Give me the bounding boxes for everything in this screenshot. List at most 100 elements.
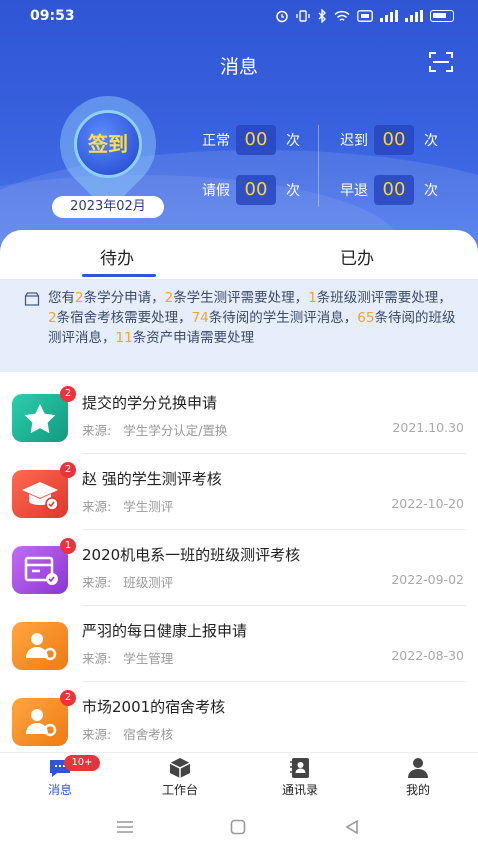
- menu-icon[interactable]: [116, 820, 134, 834]
- item-date: 2022-08-30: [391, 648, 464, 663]
- tabbar-label: 通讯录: [281, 783, 318, 797]
- header-banner: 09:53 消息 签到 2023年02月 正常 00 次 迟到 00 次 请假 …: [0, 0, 478, 260]
- page-title: 消息: [219, 56, 258, 78]
- vibrate-icon: [296, 10, 310, 22]
- stat-leave: 请假 00 次: [192, 175, 300, 205]
- status-icons: [275, 9, 454, 23]
- notice-banner[interactable]: 您有2条学分申请，2条学生测评需要处理，1条班级测评需要处理，2条宿舍考核需要处…: [0, 280, 478, 372]
- stat-value: 00: [236, 125, 276, 155]
- item-title: 赵 强的学生测评考核: [82, 470, 222, 488]
- tab-done[interactable]: 已办: [340, 244, 374, 269]
- item-source: 来源: 学生学分认定/置换: [82, 420, 227, 439]
- notice-count: 1: [308, 290, 317, 306]
- stat-value: 00: [374, 175, 414, 205]
- item-source-value: 学生管理: [123, 651, 174, 666]
- notice-count: 11: [115, 330, 133, 346]
- notice-fragment: 条学分申请，: [83, 290, 165, 306]
- item-icon-box: [12, 546, 68, 594]
- battery-icon: [430, 10, 454, 22]
- tabbar-contacts[interactable]: 通讯录: [265, 757, 335, 798]
- star-icon: [24, 404, 56, 434]
- item-date: 2022-09-02: [391, 572, 464, 587]
- notice-count: 2: [48, 310, 57, 326]
- item-source-value: 学生学分认定/置换: [123, 423, 228, 438]
- item-source: 来源: 宿舍考核: [82, 724, 173, 743]
- stat-early-leave: 早退 00 次: [330, 175, 438, 205]
- home-icon[interactable]: [230, 819, 246, 835]
- person-gear-icon: [26, 709, 57, 737]
- item-title: 提交的学分兑换申请: [82, 394, 218, 412]
- user-icon: [408, 758, 428, 778]
- item-source-label: 来源:: [82, 651, 112, 666]
- stat-unit: 次: [424, 133, 438, 149]
- notice-fragment: 条待阅的学生测评消息，: [208, 310, 358, 326]
- checkin-label: 签到: [88, 132, 128, 156]
- item-source-value: 宿舍考核: [123, 727, 174, 742]
- contacts-book-icon: [290, 758, 309, 778]
- person-gear-icon: [26, 633, 57, 661]
- alarm-icon: [276, 10, 288, 23]
- list-item[interactable]: 2 提交的学分兑换申请 来源: 学生学分认定/置换 2021.10.30: [0, 378, 478, 454]
- item-source-label: 来源:: [82, 575, 112, 590]
- item-source: 来源: 学生测评: [82, 496, 173, 515]
- notice-fragment: 条宿舍考核需要处理，: [56, 310, 192, 326]
- stat-label: 正常: [202, 133, 230, 149]
- notice-count: 2: [75, 290, 84, 306]
- list-item[interactable]: 2 赵 强的学生测评考核 来源: 学生测评 2022-10-20: [0, 454, 478, 530]
- stat-label: 迟到: [340, 133, 368, 149]
- notice-fragment: 您有: [48, 290, 75, 306]
- tabbar-workbench[interactable]: 工作台: [145, 757, 215, 798]
- month-selector[interactable]: 2023年02月: [52, 196, 164, 218]
- item-title: 严羽的每日健康上报申请: [82, 622, 248, 640]
- stat-label: 请假: [202, 183, 230, 199]
- item-title: 市场2001的宿舍考核: [82, 698, 226, 716]
- signal-icon: [380, 10, 398, 22]
- back-icon[interactable]: [344, 819, 360, 835]
- tab-todo[interactable]: 待办: [100, 244, 134, 269]
- wifi-icon: [334, 10, 350, 21]
- stat-value: 00: [236, 175, 276, 205]
- item-source-label: 来源:: [82, 499, 112, 514]
- data-icon: [357, 10, 373, 22]
- unread-badge: 2: [60, 386, 76, 402]
- list-item[interactable]: 严羽的每日健康上报申请 来源: 学生管理 2022-08-30: [0, 606, 478, 682]
- item-icon-box: [12, 698, 68, 746]
- box-icon: [24, 292, 40, 306]
- stat-label: 早退: [340, 183, 368, 199]
- item-date: 2022-10-20: [391, 496, 464, 511]
- item-source-label: 来源:: [82, 727, 112, 742]
- stat-unit: 次: [286, 183, 300, 199]
- notice-fragment: 条班级测评需要处理，: [316, 290, 452, 306]
- tab-active-indicator: [82, 274, 156, 277]
- stat-unit: 次: [286, 133, 300, 149]
- item-icon-box: [12, 470, 68, 518]
- list-item[interactable]: 1 2020机电系一班的班级测评考核 来源: 班级测评 2022-09-02: [0, 530, 478, 606]
- bottom-tab-bar: 消息 10+ 工作台 通讯录 我的: [0, 752, 478, 802]
- notice-count: 65: [357, 310, 375, 326]
- stat-unit: 次: [424, 183, 438, 199]
- item-source-label: 来源:: [82, 423, 112, 438]
- tabbar-mine[interactable]: 我的: [383, 757, 453, 798]
- stat-normal: 正常 00 次: [192, 125, 300, 155]
- item-title: 2020机电系一班的班级测评考核: [82, 546, 301, 564]
- unread-badge: 2: [60, 690, 76, 706]
- item-source-value: 学生测评: [123, 499, 174, 514]
- workbench-box-icon: [169, 758, 191, 778]
- class-board-icon: [24, 556, 58, 585]
- status-time: 09:53: [30, 8, 75, 24]
- scan-icon[interactable]: [428, 50, 454, 74]
- item-icon-box: [12, 394, 68, 442]
- stats-divider: [318, 125, 319, 207]
- graduation-cap-icon: [22, 482, 59, 511]
- notice-count: 2: [164, 290, 174, 306]
- list-item[interactable]: 2 市场2001的宿舍考核 来源: 宿舍考核: [0, 682, 478, 758]
- signal-icon: [405, 10, 423, 22]
- item-source: 来源: 学生管理: [82, 648, 173, 667]
- notice-count: 74: [191, 310, 209, 326]
- tabbar-label: 工作台: [161, 783, 198, 797]
- system-nav-bar: [0, 804, 478, 850]
- item-source-value: 班级测评: [123, 575, 174, 590]
- unread-badge: 1: [60, 538, 76, 554]
- notice-text: 您有2条学分申请，2条学生测评需要处理，1条班级测评需要处理，2条宿舍考核需要处…: [48, 288, 460, 348]
- unread-badge: 2: [60, 462, 76, 478]
